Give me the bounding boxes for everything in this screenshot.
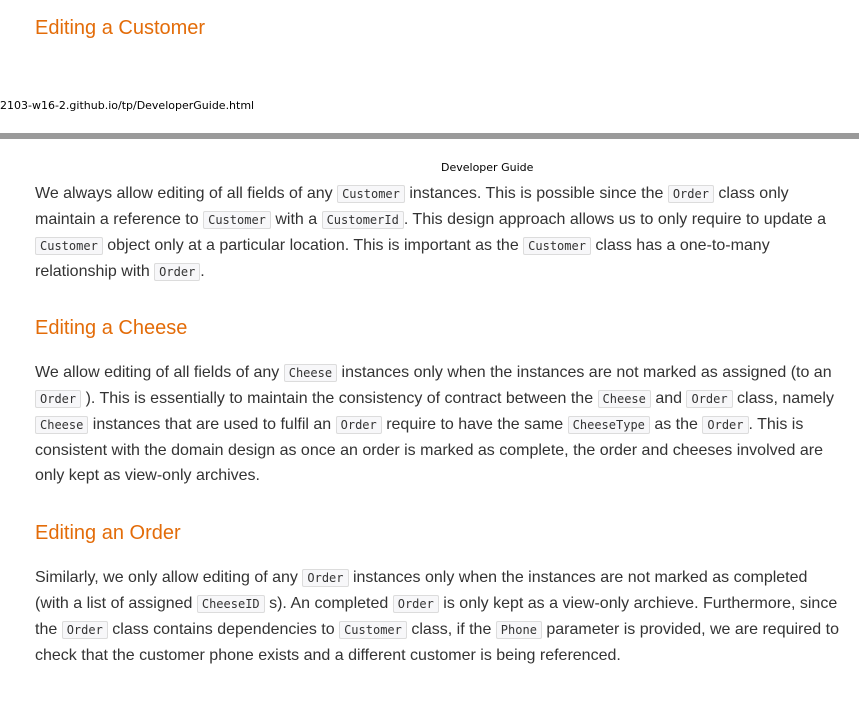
paragraph-text: We allow editing of all fields of any bbox=[35, 364, 284, 381]
print-url-footer: 2103-w16-2.github.io/tp/DeveloperGuide.h… bbox=[0, 99, 255, 112]
heading-editing-cheese: Editing a Cheese bbox=[35, 317, 188, 339]
inline-code: CheeseType bbox=[567, 416, 650, 434]
inline-code: Order bbox=[702, 416, 749, 434]
paragraph-text: Similarly, we only allow editing of any bbox=[35, 569, 303, 586]
paragraph-text: . This design approach allows us to only… bbox=[403, 211, 827, 228]
inline-code: Customer bbox=[523, 237, 591, 255]
inline-code: Order bbox=[392, 595, 439, 613]
paragraph-text: ). This is essentially to maintain the c… bbox=[81, 390, 598, 407]
inline-code: Customer bbox=[203, 211, 271, 229]
page-break-divider bbox=[0, 133, 859, 139]
inline-code: Order bbox=[35, 390, 82, 408]
inline-code: Cheese bbox=[35, 416, 89, 434]
paragraph-text: with a bbox=[270, 211, 322, 228]
inline-code: Order bbox=[686, 390, 733, 408]
paragraph-text: instances only when the instances are no… bbox=[337, 364, 832, 381]
cheese-paragraph: We allow editing of all fields of any Ch… bbox=[35, 360, 845, 488]
heading-editing-order: Editing an Order bbox=[35, 522, 181, 544]
customer-paragraph: We always allow editing of all fields of… bbox=[35, 181, 845, 285]
paragraph-text: and bbox=[650, 390, 687, 407]
paragraph-text: require to have the same bbox=[381, 416, 568, 433]
inline-code: Phone bbox=[495, 621, 542, 639]
inline-code: Order bbox=[335, 416, 382, 434]
paragraph-text: as the bbox=[649, 416, 703, 433]
inline-code: Order bbox=[302, 569, 349, 587]
inline-code: CustomerId bbox=[321, 211, 404, 229]
inline-code: Order bbox=[667, 185, 714, 203]
paragraph-text: We always allow editing of all fields of… bbox=[35, 185, 338, 202]
inline-code: Customer bbox=[35, 237, 103, 255]
paragraph-text: . bbox=[200, 263, 205, 280]
inline-code: Customer bbox=[337, 185, 405, 203]
heading-editing-customer: Editing a Customer bbox=[35, 17, 206, 39]
inline-code: Order bbox=[154, 263, 201, 281]
order-paragraph: Similarly, we only allow editing of any … bbox=[35, 565, 845, 668]
inline-code: Cheese bbox=[283, 364, 338, 382]
paragraph-text: class contains dependencies to bbox=[107, 621, 340, 638]
inline-code: Customer bbox=[339, 621, 407, 639]
paragraph-text: s). An completed bbox=[264, 595, 393, 612]
print-page-header: Developer Guide bbox=[441, 161, 534, 174]
paragraph-text: instances. This is possible since the bbox=[404, 185, 668, 202]
inline-code: CheeseID bbox=[196, 595, 265, 613]
paragraph-text: class, namely bbox=[732, 390, 834, 407]
inline-code: Cheese bbox=[597, 390, 651, 408]
inline-code: Order bbox=[61, 621, 108, 639]
paragraph-text: class, if the bbox=[406, 621, 496, 638]
paragraph-text: instances that are used to fulfil an bbox=[88, 416, 336, 433]
paragraph-text: object only at a particular location. Th… bbox=[102, 237, 524, 254]
